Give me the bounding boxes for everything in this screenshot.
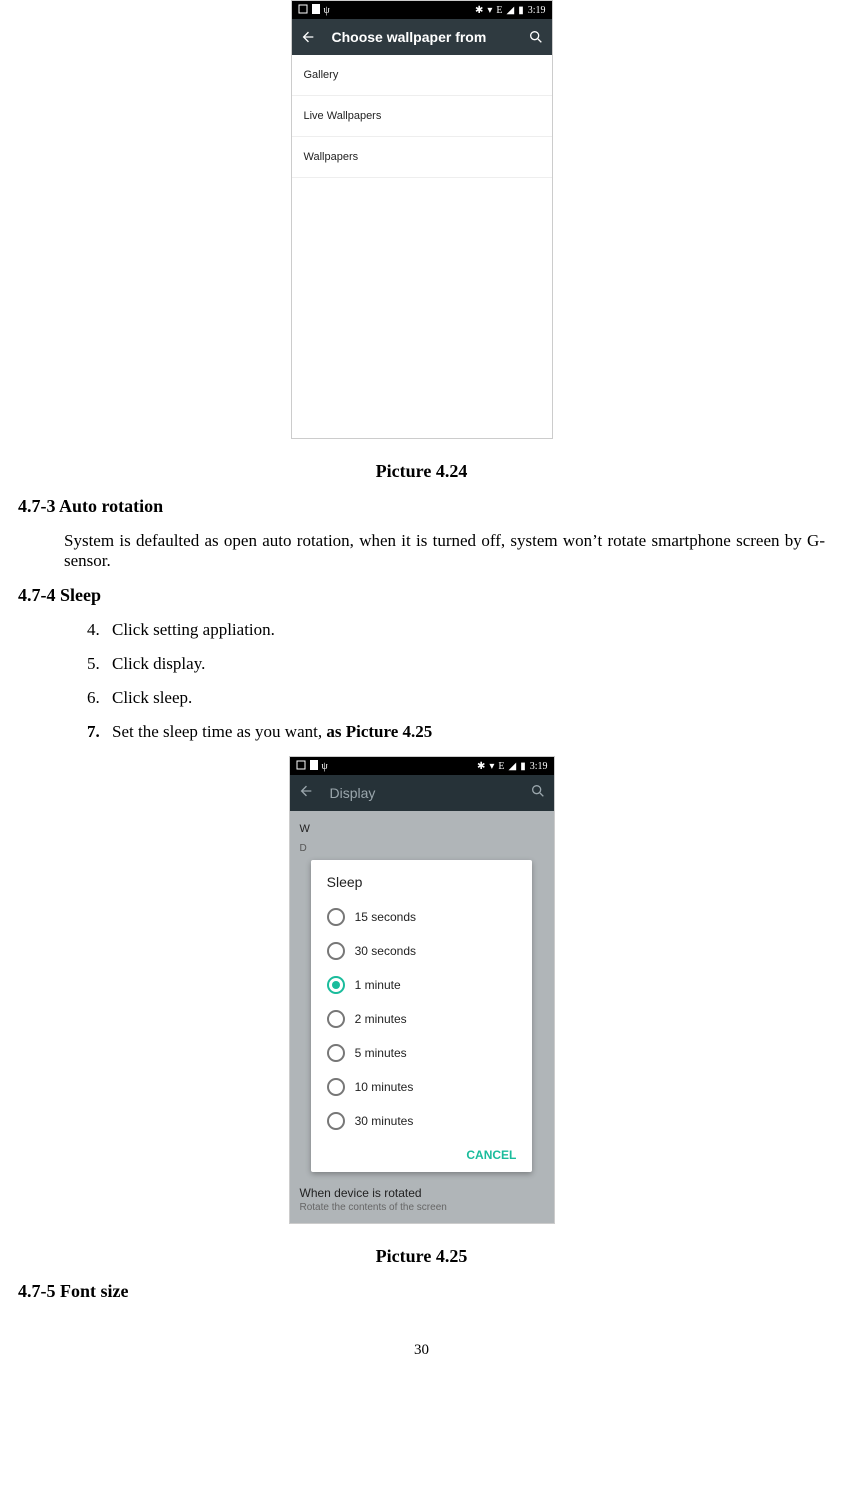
dialog-title: Sleep [311,874,533,900]
signal-icon: ◢ [509,761,517,772]
sleep-option[interactable]: 30 seconds [311,934,533,968]
wifi-icon: ▾ [487,5,492,16]
sd-icon [310,760,318,773]
option-label: 15 seconds [355,910,416,924]
app-bar: Display [290,775,554,811]
setting-row-title: When device is rotated [290,1172,554,1202]
dimmed-background: W D Sleep 15 seconds30 seconds1 minute2 … [290,811,554,1223]
battery-icon: ▮ [520,761,526,772]
option-label: 2 minutes [355,1012,407,1026]
page-number: 30 [18,1342,825,1359]
sleep-dialog: Sleep 15 seconds 30 seconds 1 minute 2 minu… [311,860,533,1172]
option-label: 10 minutes [355,1080,414,1094]
figure-caption: Picture 4.24 [18,461,825,482]
step-item: Click display. [104,654,825,674]
sleep-option[interactable]: 30 minutes [311,1104,533,1138]
search-icon[interactable] [530,783,546,804]
step-item: Click sleep. [104,688,825,708]
wifi-icon: ▾ [489,761,494,772]
setting-row-subtitle: Rotate the contents of the screen [290,1202,554,1223]
step-item: Click setting appliation. [104,620,825,640]
section-body: System is defaulted as open auto rotatio… [64,531,825,571]
sleep-option[interactable]: 5 minutes [311,1036,533,1070]
option-label: 30 minutes [355,1114,414,1128]
option-label: 30 seconds [355,944,416,958]
status-time: 3:19 [530,761,548,772]
status-time: 3:19 [528,5,546,16]
list-item[interactable]: Wallpapers [292,137,552,178]
search-icon[interactable] [528,29,544,45]
radio-icon [327,976,345,994]
sleep-option[interactable]: 1 minute [311,968,533,1002]
back-icon[interactable] [298,783,314,804]
figure-caption: Picture 4.25 [18,1246,825,1267]
usb-icon: ψ [322,761,328,772]
bluetooth-icon: ✱ [475,5,483,16]
sd-icon [312,4,320,17]
step-text: Set the sleep time as you want, [112,722,326,741]
option-label: 1 minute [355,978,401,992]
bg-item: D [290,837,554,860]
screenshot-icon [296,760,306,773]
option-label: 5 minutes [355,1046,407,1060]
radio-icon [327,1044,345,1062]
back-icon[interactable] [300,29,316,45]
appbar-title: Choose wallpaper from [332,29,528,45]
sleep-option[interactable]: 15 seconds [311,900,533,934]
sleep-option[interactable]: 2 minutes [311,1002,533,1036]
usb-icon: ψ [324,5,330,16]
step-list: Click setting appliation. Click display.… [64,620,825,742]
phone-screenshot-1: ψ ✱ ▾ E ◢ ▮ 3:19 Choose wallpaper from G… [291,0,553,439]
radio-icon [327,908,345,926]
radio-icon [327,1112,345,1130]
wallpaper-source-list: Gallery Live Wallpapers Wallpapers [292,55,552,178]
section-heading: 4.7-3 Auto rotation [18,496,825,517]
phone-screenshot-2: ψ ✱ ▾ E ◢ ▮ 3:19 Display W D Sleep 15 se… [289,756,555,1224]
list-item[interactable]: Live Wallpapers [292,96,552,137]
cancel-button[interactable]: CANCEL [311,1138,533,1162]
battery-icon: ▮ [518,5,524,16]
radio-icon [327,942,345,960]
status-bar: ψ ✱ ▾ E ◢ ▮ 3:19 [292,1,552,19]
app-bar: Choose wallpaper from [292,19,552,55]
list-item[interactable]: Gallery [292,55,552,96]
sleep-option[interactable]: 10 minutes [311,1070,533,1104]
blank-area [292,178,552,438]
edge-label: E [496,5,502,16]
step-ref: as Picture 4.25 [326,722,432,741]
step-item: Set the sleep time as you want, as Pictu… [104,722,825,742]
radio-icon [327,1078,345,1096]
section-heading: 4.7-4 Sleep [18,585,825,606]
bluetooth-icon: ✱ [477,761,485,772]
appbar-title: Display [330,785,530,801]
screenshot-icon [298,4,308,17]
status-bar: ψ ✱ ▾ E ◢ ▮ 3:19 [290,757,554,775]
signal-icon: ◢ [507,5,515,16]
section-heading: 4.7-5 Font size [18,1281,825,1302]
radio-icon [327,1010,345,1028]
edge-label: E [498,761,504,772]
